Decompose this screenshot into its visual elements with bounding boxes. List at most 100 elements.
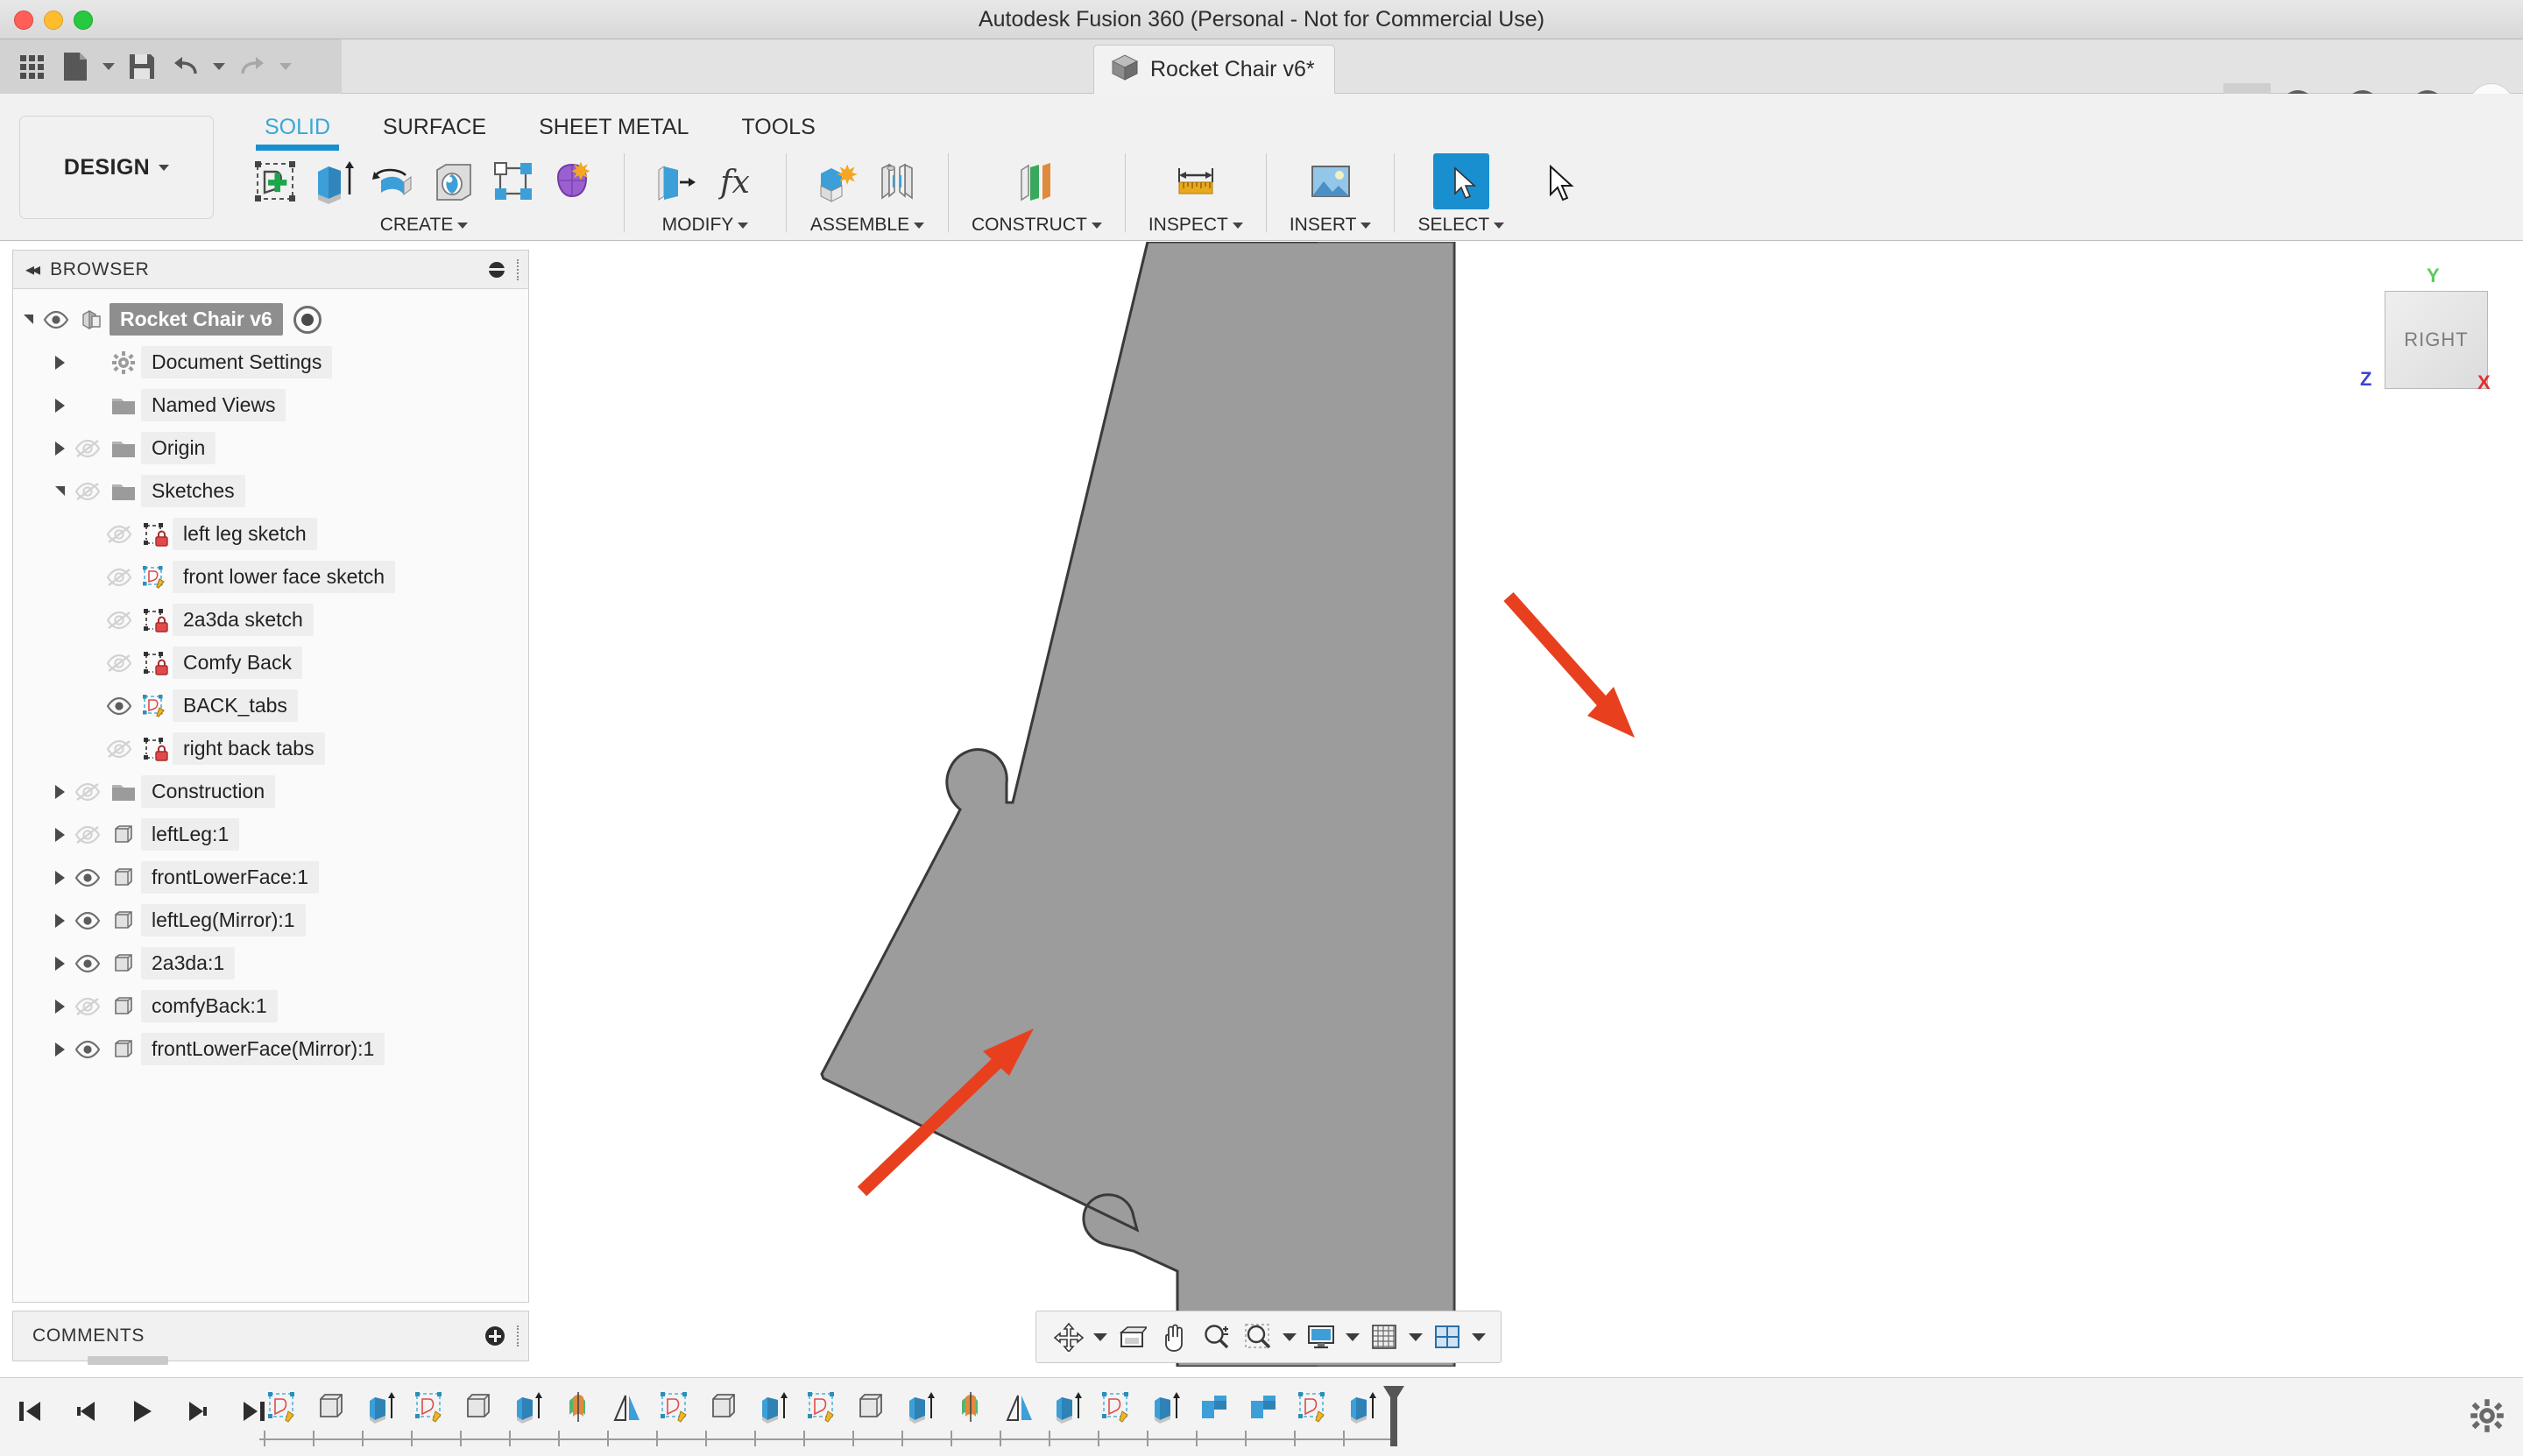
ribbon-group-assemble-label[interactable]: ASSEMBLE — [810, 215, 925, 236]
visibility-on-icon[interactable] — [69, 951, 106, 977]
press-pull-icon[interactable] — [647, 153, 703, 209]
tree-item[interactable]: right back tabs — [13, 727, 528, 770]
chevron-right-icon[interactable] — [50, 997, 69, 1016]
canvas-resize-handle[interactable] — [88, 1356, 168, 1365]
chevron-right-icon[interactable] — [50, 1040, 69, 1059]
visibility-on-icon[interactable] — [69, 865, 106, 891]
add-comment-icon[interactable] — [485, 1326, 505, 1346]
redo-icon[interactable] — [233, 47, 272, 86]
timeline-feature-body-feature[interactable] — [850, 1387, 895, 1429]
undo-dropdown[interactable] — [210, 47, 228, 86]
visibility-off-icon[interactable] — [101, 650, 138, 676]
orbit-dropdown[interactable] — [1091, 1317, 1110, 1357]
tree-item[interactable]: Construction — [13, 770, 528, 813]
visibility-off-icon[interactable] — [69, 993, 106, 1020]
zoom-icon[interactable] — [1196, 1317, 1236, 1357]
timeline-feature-sketch-feature[interactable] — [1291, 1387, 1337, 1429]
tree-item[interactable]: Rocket Chair v6 — [13, 298, 528, 341]
timeline-feature-body-feature[interactable] — [310, 1387, 356, 1429]
look-at-icon[interactable] — [1112, 1317, 1152, 1357]
timeline-feature-body-feature[interactable] — [457, 1387, 503, 1429]
workspace-switcher-button[interactable]: DESIGN — [19, 116, 214, 219]
tree-item[interactable]: Comfy Back — [13, 641, 528, 684]
chevron-right-icon[interactable] — [50, 439, 69, 458]
tab-solid[interactable]: SOLID — [238, 106, 357, 151]
chevron-right-icon[interactable] — [50, 825, 69, 845]
chevron-right-icon[interactable] — [50, 954, 69, 973]
ribbon-group-create-label[interactable]: CREATE — [380, 215, 469, 236]
hole-icon[interactable] — [426, 153, 482, 209]
comments-resize-handle[interactable] — [517, 1325, 519, 1346]
tab-sheet-metal[interactable]: SHEET METAL — [512, 106, 715, 148]
visibility-on-icon[interactable] — [69, 908, 106, 934]
chevron-right-icon[interactable] — [50, 911, 69, 930]
timeline-feature-combine-feature[interactable] — [1193, 1387, 1239, 1429]
timeline-feature-extrude-feature[interactable] — [359, 1387, 405, 1429]
zoom-window-icon[interactable] — [1238, 1317, 1278, 1357]
step-back-icon[interactable] — [65, 1390, 107, 1432]
timeline-feature-extrude-feature[interactable] — [1340, 1387, 1386, 1429]
timeline-feature-mirror-feature[interactable] — [997, 1387, 1042, 1429]
jump-to-beginning-icon[interactable] — [9, 1390, 51, 1432]
timeline-end-marker[interactable] — [1382, 1385, 1405, 1448]
tree-item[interactable]: BACK_tabs — [13, 684, 528, 727]
view-cube-face-right[interactable]: RIGHT — [2385, 291, 2488, 389]
chevron-right-icon[interactable] — [50, 868, 69, 887]
timeline-feature-sketch-feature[interactable] — [1095, 1387, 1141, 1429]
save-icon[interactable] — [123, 47, 161, 86]
new-document-icon[interactable] — [56, 47, 95, 86]
tree-item[interactable]: Sketches — [13, 470, 528, 512]
visibility-on-icon[interactable] — [101, 693, 138, 719]
orbit-icon[interactable] — [1049, 1317, 1089, 1357]
select-icon[interactable] — [1432, 153, 1489, 209]
tree-item[interactable]: leftLeg(Mirror):1 — [13, 899, 528, 942]
joint-icon[interactable] — [869, 153, 925, 209]
ribbon-group-select-label[interactable]: SELECT — [1417, 215, 1505, 236]
tree-item[interactable]: front lower face sketch — [13, 555, 528, 598]
timeline-feature-sketch-feature[interactable] — [654, 1387, 699, 1429]
tree-item[interactable]: frontLowerFace(Mirror):1 — [13, 1028, 528, 1071]
tree-item[interactable]: comfyBack:1 — [13, 985, 528, 1028]
comments-panel[interactable]: COMMENTS — [12, 1311, 529, 1361]
timeline-settings-icon[interactable] — [2469, 1397, 2505, 1434]
ribbon-group-inspect-label[interactable]: INSPECT — [1148, 215, 1243, 236]
viewports-dropdown[interactable] — [1469, 1317, 1488, 1357]
tab-surface[interactable]: SURFACE — [357, 106, 512, 148]
ribbon-group-construct-label[interactable]: CONSTRUCT — [972, 215, 1102, 236]
tree-item[interactable]: 2a3da:1 — [13, 942, 528, 985]
insert-image-icon[interactable] — [1303, 153, 1359, 209]
tree-item[interactable]: Document Settings — [13, 341, 528, 384]
timeline-feature-extrude-feature[interactable] — [1144, 1387, 1190, 1429]
visibility-off-icon[interactable] — [101, 607, 138, 633]
timeline-feature-sketch-feature[interactable] — [801, 1387, 846, 1429]
tree-item[interactable]: Named Views — [13, 384, 528, 427]
timeline-feature-extrude-feature[interactable] — [1046, 1387, 1092, 1429]
chevron-down-icon[interactable] — [18, 310, 38, 329]
browser-resize-handle[interactable] — [517, 258, 519, 280]
ribbon-group-insert-label[interactable]: INSERT — [1290, 215, 1372, 236]
timeline-feature-combine-feature[interactable] — [1242, 1387, 1288, 1429]
timeline-feature-sketch-feature[interactable] — [261, 1387, 307, 1429]
tree-item[interactable]: frontLowerFace:1 — [13, 856, 528, 899]
timeline-feature-body-feature[interactable] — [703, 1387, 748, 1429]
undo-icon[interactable] — [166, 47, 205, 86]
visibility-off-icon[interactable] — [69, 779, 106, 805]
collapse-left-icon[interactable]: ◂◂ — [25, 258, 40, 280]
app-grid-icon[interactable] — [12, 47, 51, 86]
pan-icon[interactable] — [1154, 1317, 1194, 1357]
view-cube[interactable]: RIGHT Y X Z — [2330, 263, 2505, 403]
change-parameters-icon[interactable]: fx — [707, 153, 763, 209]
document-tab[interactable]: Rocket Chair v6* — [1093, 45, 1335, 94]
timeline-feature-mirror-feature[interactable] — [604, 1387, 650, 1429]
visibility-off-icon[interactable] — [69, 435, 106, 462]
extrude-icon[interactable] — [307, 153, 363, 209]
chevron-right-icon[interactable] — [50, 396, 69, 415]
active-component-radio[interactable] — [293, 305, 322, 334]
tree-item[interactable]: Origin — [13, 427, 528, 470]
form-icon[interactable] — [545, 153, 601, 209]
play-icon[interactable] — [121, 1390, 163, 1432]
visibility-off-icon[interactable] — [101, 736, 138, 762]
display-settings-icon[interactable] — [1301, 1317, 1341, 1357]
design-canvas[interactable] — [529, 242, 2523, 1367]
timeline-feature-extrude-feature[interactable] — [899, 1387, 944, 1429]
